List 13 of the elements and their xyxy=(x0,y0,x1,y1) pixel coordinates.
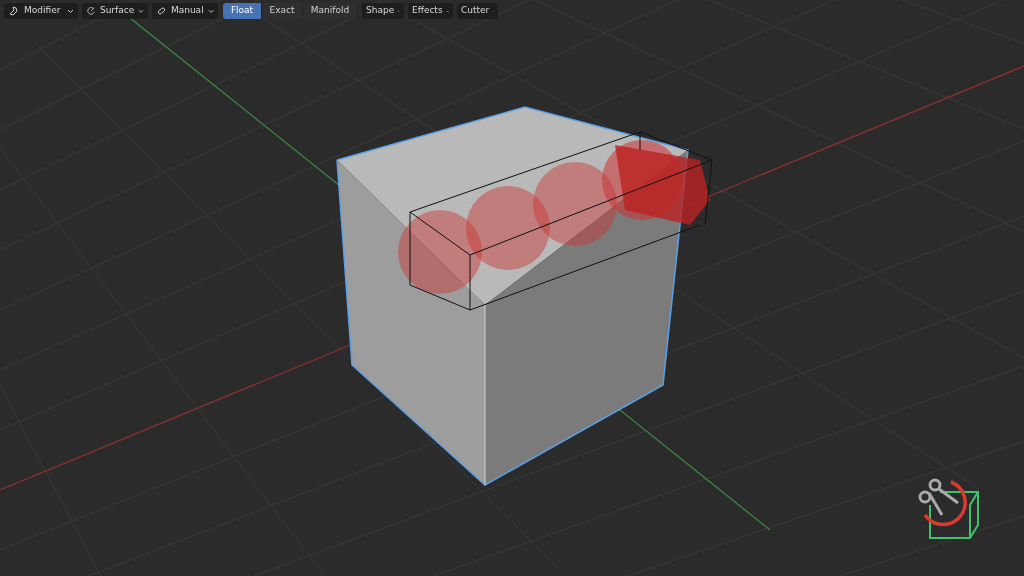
dropdown-button[interactable]: Modifier xyxy=(4,3,78,19)
mode-tab[interactable]: Exact xyxy=(262,3,303,19)
tool-icon xyxy=(156,5,167,17)
mode-tab[interactable]: Manifold xyxy=(303,3,358,19)
scissors-cube-icon xyxy=(918,478,979,539)
mode-tab[interactable]: Float xyxy=(223,3,262,19)
tool-icon xyxy=(8,5,20,17)
menu-button[interactable]: Effects xyxy=(408,3,453,19)
tool-icon xyxy=(86,5,96,17)
dropdown-button[interactable]: Manual xyxy=(152,3,218,19)
menu-button[interactable]: Cutter xyxy=(457,3,498,19)
dropdown-button[interactable]: Surface xyxy=(82,3,148,19)
menu-button[interactable]: Shape xyxy=(362,3,404,19)
